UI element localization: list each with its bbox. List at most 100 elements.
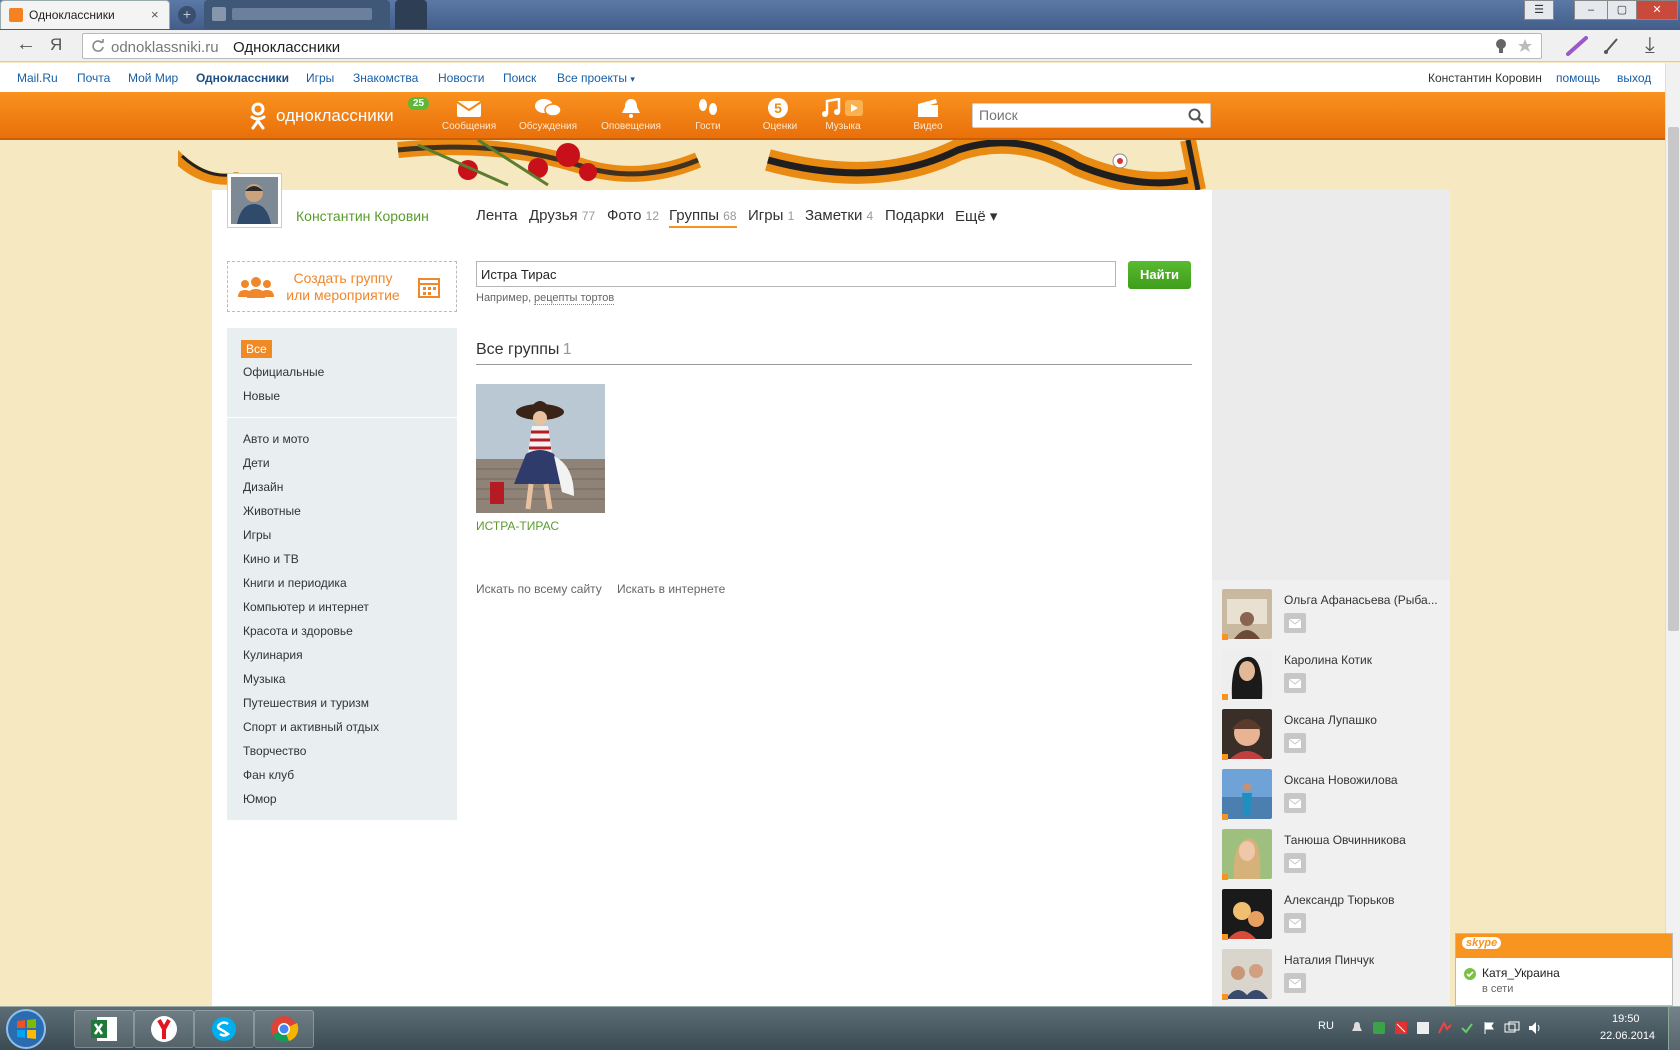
portal-link-games[interactable]: Игры <box>306 71 334 85</box>
friend-name[interactable]: Наталия Пинчук <box>1284 953 1444 967</box>
tray-volume-icon[interactable] <box>1528 1021 1542 1035</box>
tray-notification-icon[interactable] <box>1350 1021 1364 1035</box>
friend-name[interactable]: Танюша Овчинникова <box>1284 833 1444 847</box>
menu-button[interactable]: ☰ <box>1524 0 1554 20</box>
profile-tab-more[interactable]: Ещё ▾ <box>955 207 997 225</box>
online-friend[interactable]: Александр Тюрьков <box>1222 889 1450 941</box>
new-tab-button[interactable]: + <box>178 6 196 24</box>
page-scrollbar[interactable] <box>1665 63 1680 1006</box>
friend-name[interactable]: Ольга Афанасьева (Рыба... <box>1284 593 1444 607</box>
back-button[interactable]: ← <box>16 33 36 56</box>
profile-tab-feed[interactable]: Лента <box>476 207 518 224</box>
skype-notification-popup[interactable]: skype Катя_Украина в сети <box>1455 933 1673 1006</box>
portal-user-name[interactable]: Константин Коровин <box>1428 71 1542 85</box>
tray-check-icon[interactable] <box>1460 1021 1474 1035</box>
portal-help-link[interactable]: помощь <box>1556 71 1600 85</box>
profile-tab-groups[interactable]: Группы 68 <box>669 207 737 228</box>
tray-shield-icon[interactable] <box>1372 1021 1386 1035</box>
send-message-button[interactable] <box>1284 793 1306 813</box>
tray-app-icon[interactable] <box>1416 1021 1430 1035</box>
portal-link-all-projects[interactable]: Все проекты ▾ <box>557 71 635 85</box>
online-friend[interactable]: Ольга Афанасьева (Рыба... <box>1222 589 1450 641</box>
portal-logout-link[interactable]: выход <box>1617 71 1651 85</box>
taskbar-chrome[interactable] <box>254 1010 314 1048</box>
profile-tab-photos[interactable]: Фото 12 <box>607 207 659 224</box>
nav-discussions[interactable]: Обсуждения <box>513 96 583 132</box>
send-message-button[interactable] <box>1284 673 1306 693</box>
search-site-link[interactable]: Искать по всему сайту <box>476 582 602 596</box>
downloads-button[interactable]: ⤓ <box>1645 32 1655 58</box>
category-auto[interactable]: Авто и мото <box>243 432 309 446</box>
search-web-link[interactable]: Искать в интернете <box>617 582 725 596</box>
minimize-button[interactable]: – <box>1574 0 1608 20</box>
nav-video[interactable]: Видео <box>893 96 963 132</box>
category-travel[interactable]: Путешествия и туризм <box>243 696 369 710</box>
profile-tab-games[interactable]: Игры 1 <box>748 207 794 224</box>
clock-time[interactable]: 19:50 <box>1612 1013 1640 1025</box>
profile-name[interactable]: Константин Коровин <box>296 208 429 224</box>
portal-link-news[interactable]: Новости <box>438 71 484 85</box>
show-desktop-button[interactable] <box>1668 1007 1680 1050</box>
friend-name[interactable]: Каролина Котик <box>1284 653 1444 667</box>
category-music[interactable]: Музыка <box>243 672 285 686</box>
ok-logo[interactable]: одноклассники 25 <box>250 97 430 130</box>
friend-name[interactable]: Оксана Лупашко <box>1284 713 1444 727</box>
group-search-field[interactable]: Истра Тирас <box>476 261 1116 287</box>
category-computers[interactable]: Компьютер и интернет <box>243 600 369 614</box>
online-friend[interactable]: Танюша Овчинникова <box>1222 829 1450 881</box>
nav-guests[interactable]: Гости <box>673 96 743 132</box>
friend-name[interactable]: Оксана Новожилова <box>1284 773 1444 787</box>
clock-date[interactable]: 22.06.2014 <box>1600 1030 1655 1042</box>
close-window-button[interactable]: ✕ <box>1636 0 1678 20</box>
portal-link-dating[interactable]: Знакомства <box>353 71 418 85</box>
scrollbar-thumb[interactable] <box>1668 127 1679 631</box>
tab-background[interactable] <box>204 0 390 29</box>
language-indicator[interactable]: RU <box>1318 1020 1334 1032</box>
tray-flag-icon[interactable] <box>1482 1021 1496 1035</box>
group-card-name[interactable]: ИСТРА-ТИРАС <box>476 519 559 533</box>
taskbar-excel[interactable] <box>74 1010 134 1048</box>
nav-music[interactable]: Музыка <box>808 96 878 132</box>
yandex-button[interactable]: Я <box>50 35 62 55</box>
tray-network-icon[interactable] <box>1504 1021 1520 1035</box>
protect-icon[interactable] <box>1493 38 1509 54</box>
nav-ratings[interactable]: 5 Оценки <box>745 96 815 132</box>
category-beauty[interactable]: Красота и здоровье <box>243 624 353 638</box>
send-message-button[interactable] <box>1284 853 1306 873</box>
category-humor[interactable]: Юмор <box>243 792 277 806</box>
header-search-input[interactable] <box>979 107 1179 123</box>
category-cinema-tv[interactable]: Кино и ТВ <box>243 552 299 566</box>
find-button[interactable]: Найти <box>1128 261 1191 289</box>
online-friend[interactable]: Наталия Пинчук <box>1222 949 1450 1001</box>
category-books[interactable]: Книги и периодика <box>243 576 347 590</box>
category-sport[interactable]: Спорт и активный отдых <box>243 720 379 734</box>
portal-link-search[interactable]: Поиск <box>503 71 536 85</box>
windows-start-button[interactable] <box>4 1007 48 1050</box>
friend-name[interactable]: Александр Тюрьков <box>1284 893 1444 907</box>
feather-extension-icon[interactable] <box>1566 36 1588 56</box>
pen-extension-icon[interactable] <box>1602 36 1620 56</box>
filter-all[interactable]: Все <box>241 340 272 358</box>
category-animals[interactable]: Животные <box>243 504 301 518</box>
send-message-button[interactable] <box>1284 913 1306 933</box>
online-friend[interactable]: Каролина Котик <box>1222 649 1450 701</box>
nav-notifications[interactable]: Оповещения <box>596 96 666 132</box>
tray-network-activity-icon[interactable] <box>1438 1021 1452 1035</box>
group-card-image[interactable] <box>476 384 605 513</box>
send-message-button[interactable] <box>1284 973 1306 993</box>
taskbar-yandex-browser[interactable] <box>134 1010 194 1048</box>
category-games[interactable]: Игры <box>243 528 271 542</box>
close-tab-icon[interactable]: × <box>151 7 159 22</box>
search-icon[interactable] <box>1188 108 1204 124</box>
send-message-button[interactable] <box>1284 733 1306 753</box>
profile-avatar[interactable] <box>227 173 282 228</box>
address-bar[interactable]: odnoklassniki.ru Одноклассники <box>82 33 1542 59</box>
create-group-button[interactable]: Создать группу или мероприятие <box>227 261 457 312</box>
portal-link-mail[interactable]: Почта <box>77 71 110 85</box>
send-message-button[interactable] <box>1284 613 1306 633</box>
profile-tab-friends[interactable]: Друзья 77 <box>529 207 595 224</box>
portal-link-moy-mir[interactable]: Мой Мир <box>128 71 178 85</box>
maximize-button[interactable]: ▢ <box>1607 0 1637 20</box>
category-cooking[interactable]: Кулинария <box>243 648 303 662</box>
category-creativity[interactable]: Творчество <box>243 744 306 758</box>
